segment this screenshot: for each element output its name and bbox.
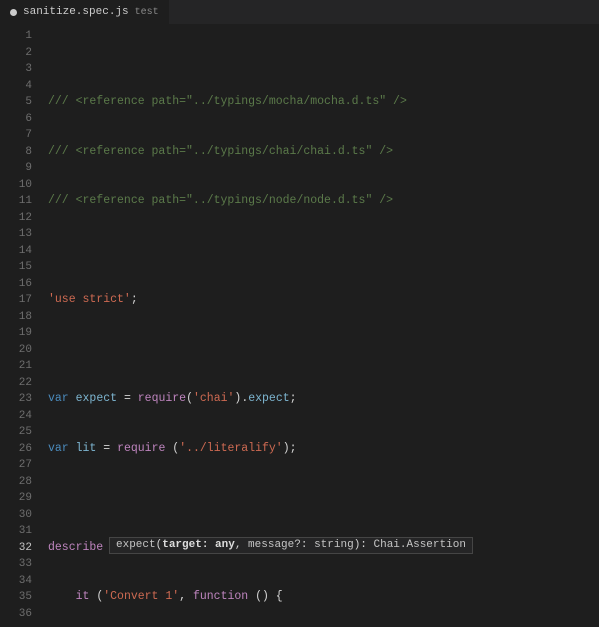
line-number: 28: [0, 474, 32, 491]
signature-param2-type: string: [314, 538, 354, 553]
line-number: 31: [0, 523, 32, 540]
line-number: 15: [0, 259, 32, 276]
line-number: 18: [0, 309, 32, 326]
string: 'Convert 1': [103, 590, 179, 603]
signature-help-popup: expect(target: any, message?: string): C…: [109, 537, 473, 554]
editor-tab-sanitize[interactable]: sanitize.spec.js test: [0, 0, 169, 24]
line-number: 7: [0, 127, 32, 144]
signature-return: Chai.Assertion: [374, 538, 466, 553]
line-number: 3: [0, 61, 32, 78]
signature-param2-opt: ?: [294, 538, 301, 553]
line-number: 13: [0, 226, 32, 243]
line-number: 9: [0, 160, 32, 177]
line-number: 35: [0, 589, 32, 606]
editor: 1234567891011121314151617181920212223242…: [0, 24, 599, 627]
line-number: 5: [0, 94, 32, 111]
string: 'use strict': [48, 293, 131, 306]
line-number: 16: [0, 276, 32, 293]
string: '../literalify': [179, 442, 283, 455]
tab-bar: sanitize.spec.js test: [0, 0, 599, 24]
line-number: 1: [0, 28, 32, 45]
tab-sublabel: test: [135, 7, 159, 18]
comment: /// <reference path="../typings/mocha/mo…: [48, 95, 407, 108]
line-number: 11: [0, 193, 32, 210]
line-number: 36: [0, 606, 32, 623]
line-number: 21: [0, 358, 32, 375]
line-number: 23: [0, 391, 32, 408]
line-number: 6: [0, 111, 32, 128]
line-number: 20: [0, 342, 32, 359]
line-number: 22: [0, 375, 32, 392]
line-number: 34: [0, 573, 32, 590]
line-number: 25: [0, 424, 32, 441]
signature-param2-name: message: [248, 538, 294, 553]
line-number: 14: [0, 243, 32, 260]
comment: /// <reference path="../typings/chai/cha…: [48, 145, 393, 158]
line-number: 8: [0, 144, 32, 161]
line-number: 30: [0, 507, 32, 524]
line-number: 12: [0, 210, 32, 227]
signature-param1-type: any: [215, 538, 235, 553]
line-number: 17: [0, 292, 32, 309]
line-number-gutter: 1234567891011121314151617181920212223242…: [0, 24, 42, 627]
comment: /// <reference path="../typings/node/nod…: [48, 194, 393, 207]
line-number: 29: [0, 490, 32, 507]
line-number: 24: [0, 408, 32, 425]
string: 'chai': [193, 392, 234, 405]
line-number: 27: [0, 457, 32, 474]
line-number: 19: [0, 325, 32, 342]
line-number: 4: [0, 78, 32, 95]
tab-filename: sanitize.spec.js: [23, 6, 129, 18]
unsaved-indicator-icon: [10, 9, 17, 16]
line-number: 2: [0, 45, 32, 62]
line-number: 33: [0, 556, 32, 573]
signature-param1-name: target: [162, 538, 202, 553]
line-number: 26: [0, 441, 32, 458]
line-number: 32: [0, 540, 32, 557]
signature-fn: expect: [116, 538, 156, 553]
line-number: 10: [0, 177, 32, 194]
